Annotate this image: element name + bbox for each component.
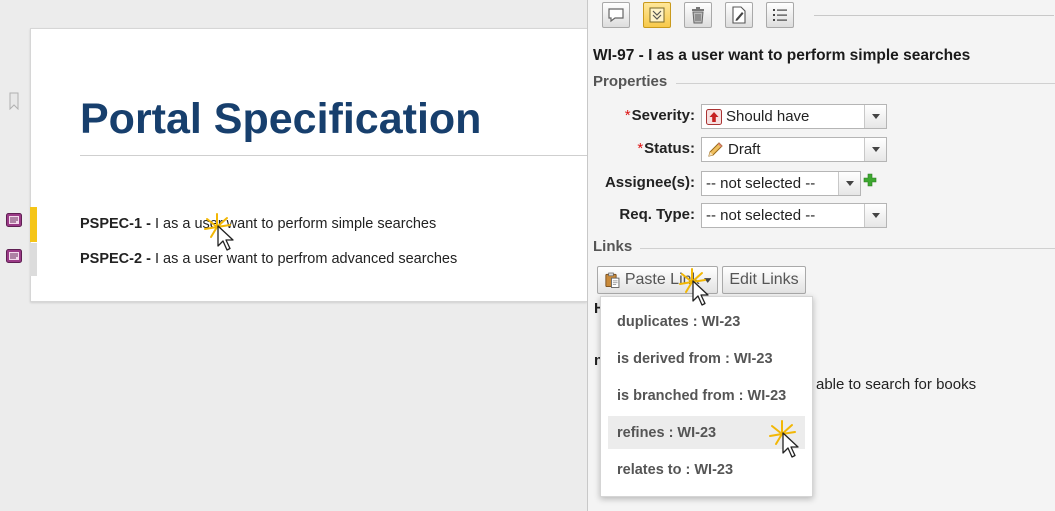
severity-label: *Severity:	[624, 107, 695, 124]
selected-row-marker	[30, 207, 37, 242]
trash-icon	[692, 7, 704, 24]
work-item-title: WI-97 - I as a user want to perform simp…	[593, 47, 971, 64]
properties-heading: Properties	[593, 73, 668, 90]
title-divider	[80, 155, 588, 156]
assignees-value: -- not selected --	[706, 175, 816, 192]
section-divider	[676, 83, 1055, 84]
add-icon[interactable]	[863, 173, 877, 187]
outline-button[interactable]	[766, 2, 794, 28]
expand-button[interactable]	[643, 2, 671, 28]
links-heading: Links	[593, 238, 633, 255]
paste-link-menu: duplicates : WI-23 is derived from : WI-…	[600, 296, 813, 497]
expand-icon	[649, 7, 665, 23]
work-item-icon[interactable]	[5, 248, 23, 264]
toolbar-divider	[814, 15, 1054, 16]
edit-links-label: Edit Links	[729, 271, 799, 288]
description-fragment: able to search for books	[816, 376, 977, 393]
menu-item-relates-to[interactable]: relates to : WI-23	[608, 453, 805, 486]
properties-sidebar: WI-97 - I as a user want to perform simp…	[587, 0, 1055, 511]
severity-select[interactable]: Should have	[701, 104, 887, 129]
severity-up-icon	[706, 108, 722, 125]
menu-item-refines[interactable]: refines : WI-23	[608, 416, 805, 449]
requirement-row-pspec-2[interactable]: PSPEC-2 - I as a user want to perfrom ad…	[80, 251, 457, 267]
req-type-value: -- not selected --	[706, 207, 816, 224]
requirement-id: PSPEC-1 -	[80, 216, 151, 232]
chevron-down-icon	[871, 147, 880, 152]
requirement-text: I as a user want to perform simple searc…	[150, 216, 437, 232]
paste-link-button[interactable]: Paste Link	[597, 266, 718, 294]
pencil-icon	[708, 141, 723, 157]
status-label: *Status:	[637, 140, 695, 157]
menu-item-duplicates[interactable]: duplicates : WI-23	[608, 305, 805, 338]
edit-document-button[interactable]	[725, 2, 753, 28]
document-edit-icon	[732, 6, 746, 24]
requirement-row-pspec-1[interactable]: PSPEC-1 - I as a user want to perform si…	[80, 216, 436, 232]
requirement-id: PSPEC-2 -	[80, 251, 151, 267]
document-pane: Portal Specification PSPEC-1 - I as a us…	[0, 0, 588, 511]
delete-button[interactable]	[684, 2, 712, 28]
severity-value: Should have	[726, 108, 810, 125]
bookmark-icon[interactable]	[9, 92, 19, 110]
status-value: Draft	[728, 141, 761, 158]
document-page: Portal Specification PSPEC-1 - I as a us…	[30, 28, 588, 302]
comment-icon	[608, 8, 624, 23]
paste-link-label: Paste Link	[624, 271, 700, 288]
chevron-down-icon	[845, 181, 854, 186]
assignees-label: Assignee(s):	[604, 174, 695, 191]
document-title: Portal Specification	[80, 95, 482, 143]
section-divider	[640, 248, 1055, 249]
sidebar-toolbar	[602, 2, 1054, 30]
clipboard-icon	[605, 272, 620, 288]
chevron-down-icon	[871, 213, 880, 218]
row-marker	[30, 243, 37, 276]
chevron-down-icon	[871, 114, 880, 119]
req-type-select[interactable]: -- not selected --	[701, 203, 887, 228]
chevron-down-icon	[703, 277, 711, 283]
edit-links-button[interactable]: Edit Links	[722, 266, 806, 294]
requirement-text: I as a user want to perfrom advanced sea…	[150, 251, 458, 267]
assignees-select[interactable]: -- not selected --	[701, 171, 861, 196]
list-icon	[773, 9, 787, 21]
req-type-label: Req. Type:	[619, 206, 695, 223]
comment-button[interactable]	[602, 2, 630, 28]
work-item-icon[interactable]	[5, 212, 23, 228]
menu-item-is-branched-from[interactable]: is branched from : WI-23	[608, 379, 805, 412]
menu-item-is-derived-from[interactable]: is derived from : WI-23	[608, 342, 805, 375]
status-select[interactable]: Draft	[701, 137, 887, 162]
